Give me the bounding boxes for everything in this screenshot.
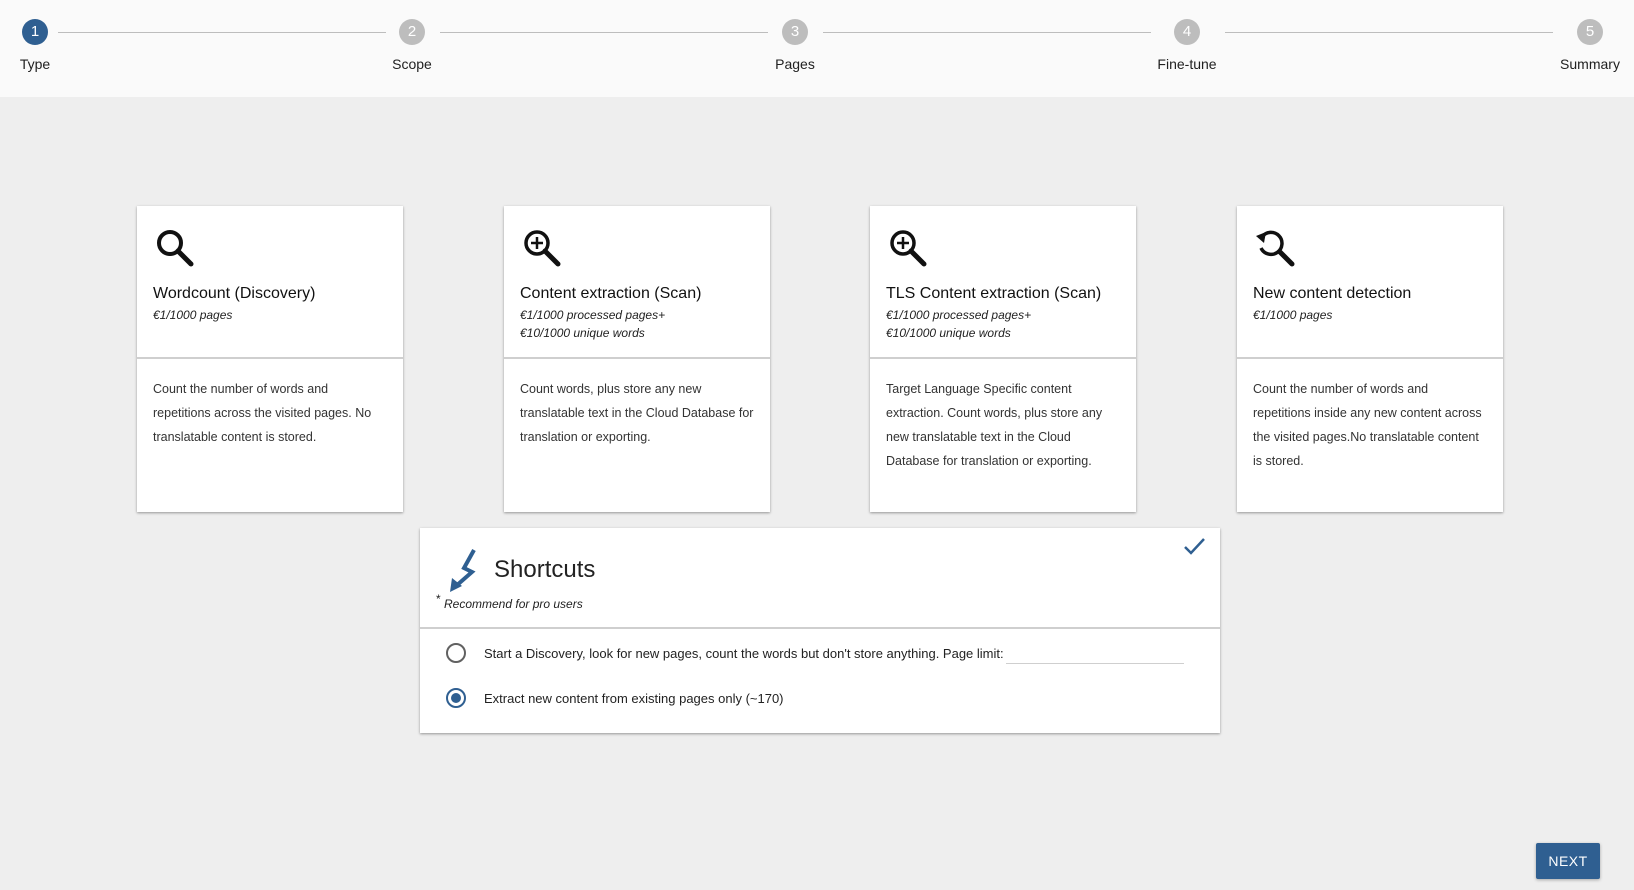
card-price: €1/1000 processed pages+ €10/1000 unique…: [886, 306, 1120, 342]
card-description: Count words, plus store any new translat…: [520, 382, 754, 444]
card-tls-content-extraction[interactable]: TLS Content extraction (Scan) €1/1000 pr…: [870, 206, 1136, 512]
zoom-in-icon: [524, 230, 561, 267]
step-number: 1: [22, 19, 48, 45]
stepper: 1 Type 2 Scope 3 Pages 4 Fine-tune 5 Sum…: [0, 0, 1634, 97]
price-line: €10/1000 unique words: [886, 326, 1011, 340]
price-line: €1/1000 pages: [153, 308, 233, 322]
shortcuts-title: Shortcuts: [494, 556, 596, 583]
step-label: Fine-tune: [1157, 56, 1217, 72]
option-label: Extract new content from existing pages …: [484, 690, 784, 706]
card-title: TLS Content extraction (Scan): [886, 285, 1102, 302]
search-refresh-icon: [1256, 230, 1295, 267]
step-summary[interactable]: 5 Summary: [1555, 19, 1625, 72]
step-connector: [58, 32, 386, 33]
step-connector: [823, 32, 1151, 33]
step-number: 2: [399, 19, 425, 45]
step-number: 5: [1577, 19, 1603, 45]
card-description: Count the number of words and repetition…: [1253, 382, 1482, 468]
card-title: Wordcount (Discovery): [153, 285, 316, 302]
radio-dot: [451, 693, 461, 703]
magnifier-icon: [157, 230, 194, 267]
step-connector: [440, 32, 768, 33]
step-label: Scope: [392, 56, 432, 72]
shortcut-option-extract-new[interactable]: Extract new content from existing pages …: [446, 688, 784, 708]
shortcuts-subtitle: Recommend for pro users: [444, 597, 583, 611]
card-new-content-detection[interactable]: New content detection €1/1000 pages Coun…: [1237, 206, 1503, 512]
step-number: 4: [1174, 19, 1200, 45]
price-line: €1/1000 processed pages+: [886, 308, 1032, 322]
card-header: Wordcount (Discovery) €1/1000 pages: [137, 206, 403, 359]
step-label: Type: [19, 56, 51, 72]
step-label: Summary: [1560, 56, 1620, 72]
zoom-in-icon: [890, 230, 927, 267]
step-label: Pages: [775, 56, 815, 72]
card-description: Count the number of words and repetition…: [153, 382, 372, 444]
shortcut-option-discovery[interactable]: Start a Discovery, look for new pages, c…: [446, 642, 1184, 664]
price-line: €10/1000 unique words: [520, 326, 645, 340]
card-price: €1/1000 processed pages+ €10/1000 unique…: [520, 306, 754, 342]
option-label: Start a Discovery, look for new pages, c…: [484, 645, 1004, 661]
next-button[interactable]: NEXT: [1536, 843, 1600, 879]
price-line: €1/1000 processed pages+: [520, 308, 666, 322]
card-description: Target Language Specific content extract…: [886, 382, 1103, 468]
lightning-icon: [450, 549, 476, 592]
card-price: €1/1000 pages: [1253, 306, 1487, 324]
check-icon: [1184, 538, 1205, 555]
card-header: Content extraction (Scan) €1/1000 proces…: [504, 206, 770, 359]
card-content-extraction[interactable]: Content extraction (Scan) €1/1000 proces…: [504, 206, 770, 512]
step-connector: [1225, 32, 1553, 33]
step-pages[interactable]: 3 Pages: [765, 19, 825, 72]
step-number: 3: [782, 19, 808, 45]
shortcuts-panel[interactable]: Shortcuts * Recommend for pro users Star…: [420, 528, 1220, 733]
price-line: €1/1000 pages: [1253, 308, 1333, 322]
step-fine-tune[interactable]: 4 Fine-tune: [1152, 19, 1222, 72]
asterisk: *: [436, 592, 441, 606]
page-limit-input[interactable]: [1005, 642, 1184, 664]
step-type[interactable]: 1 Type: [14, 19, 56, 72]
card-title: New content detection: [1253, 285, 1412, 302]
card-price: €1/1000 pages: [153, 306, 387, 324]
card-header: New content detection €1/1000 pages: [1237, 206, 1503, 359]
card-wordcount-discovery[interactable]: Wordcount (Discovery) €1/1000 pages Coun…: [137, 206, 403, 512]
radio-extract-new[interactable]: [446, 688, 466, 708]
radio-discovery[interactable]: [446, 643, 466, 663]
card-title: Content extraction (Scan): [520, 285, 702, 302]
shortcuts-header: Shortcuts * Recommend for pro users: [420, 528, 1220, 629]
step-scope[interactable]: 2 Scope: [382, 19, 442, 72]
card-header: TLS Content extraction (Scan) €1/1000 pr…: [870, 206, 1136, 359]
